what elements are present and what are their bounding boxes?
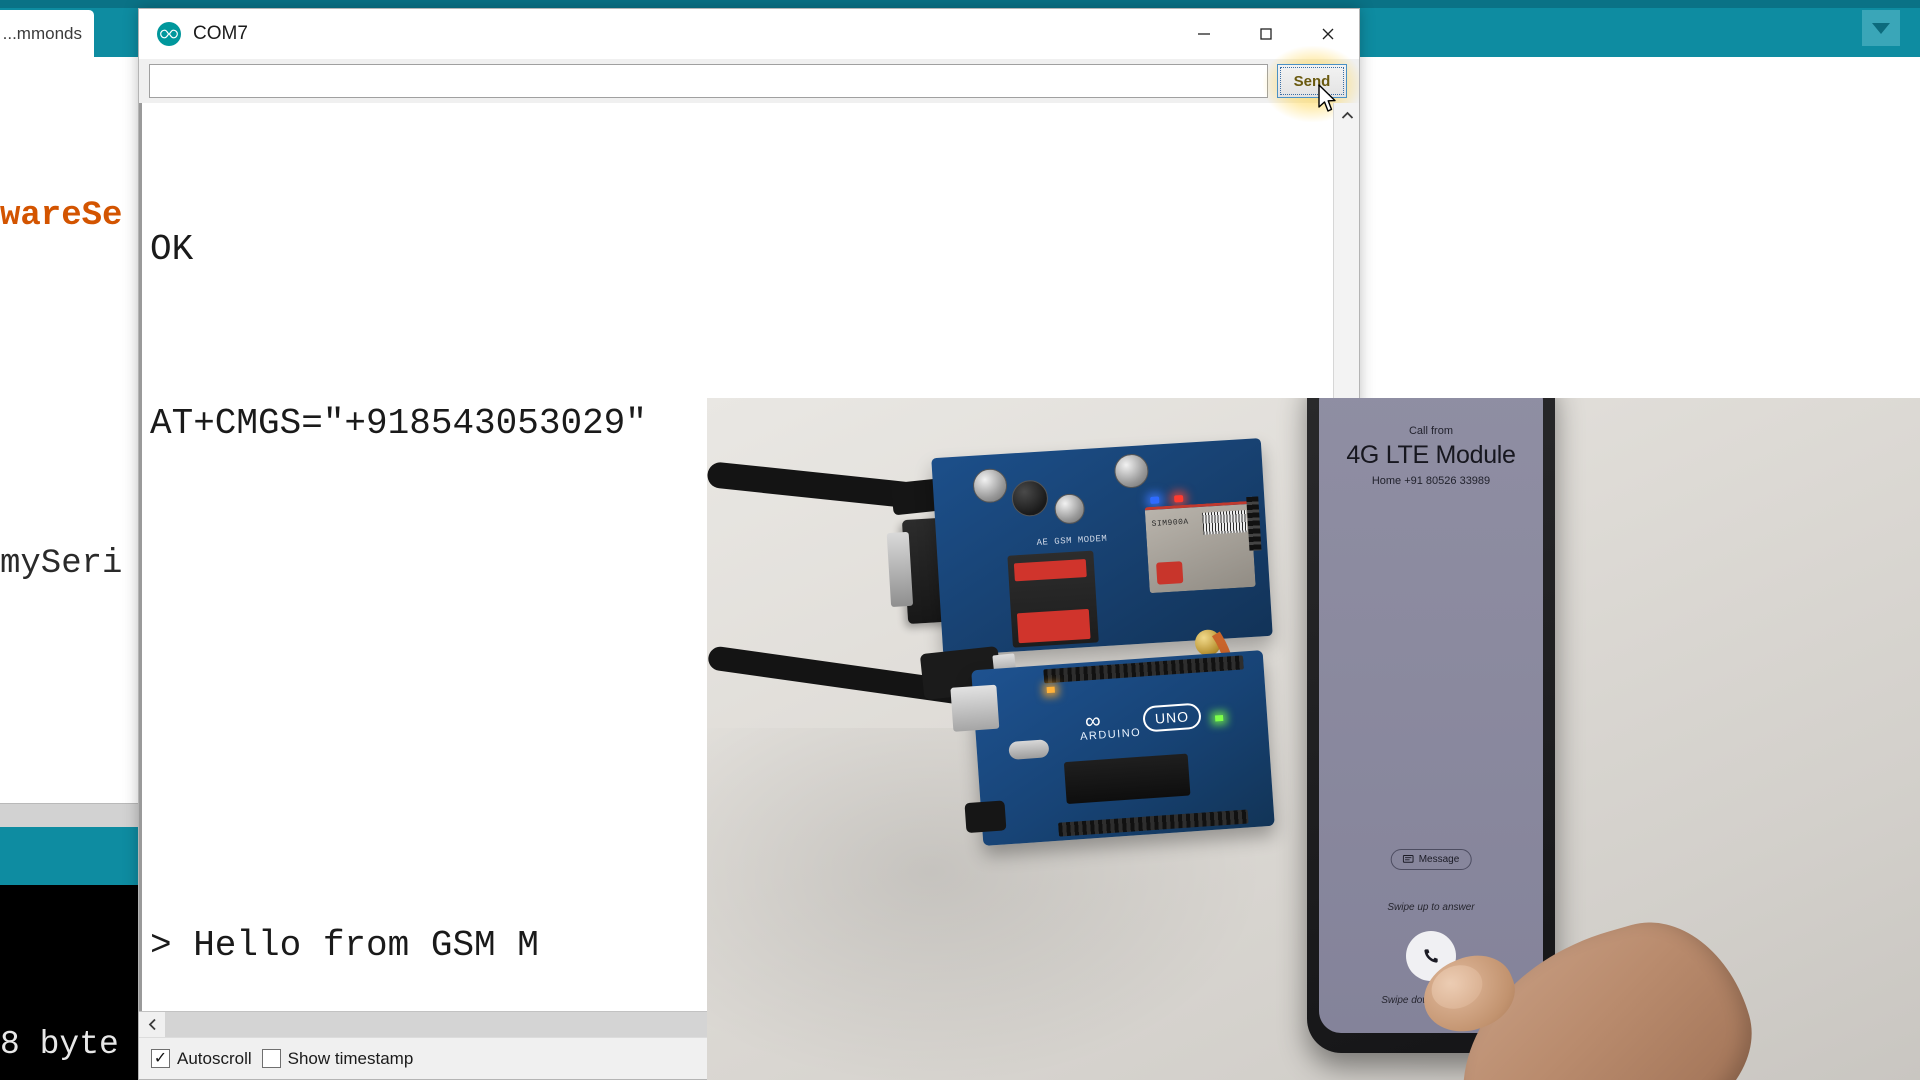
autoscroll-label: Autoscroll (177, 1048, 252, 1068)
ide-sketch-tab[interactable]: ...mmonds (0, 10, 94, 57)
uno-l-led (1046, 686, 1055, 694)
capacitor (1053, 493, 1086, 525)
close-icon[interactable] (1297, 9, 1359, 59)
ide-toolbar-top-edge (0, 0, 1920, 8)
capacitor (972, 467, 1009, 504)
maximize-icon[interactable] (1235, 9, 1297, 59)
minimize-icon[interactable] (1173, 9, 1235, 59)
message-button[interactable]: Message (1390, 849, 1472, 870)
chevron-down-icon[interactable] (1862, 10, 1900, 46)
chevron-down-glyph (1872, 22, 1890, 34)
swipe-up-hint: Swipe up to answer (1387, 902, 1475, 913)
uno-barrel-jack (964, 800, 1007, 834)
uno-model-label: UNO (1142, 702, 1202, 733)
power-led (1173, 494, 1184, 503)
uno-usb-port (950, 684, 1000, 732)
chevron-up-icon[interactable] (1334, 103, 1360, 127)
board-silkscreen-label: AE GSM MODEM (1036, 533, 1108, 548)
arduino-uno-board: ∞ ARDUINO UNO (950, 650, 1275, 846)
pin-header (1246, 496, 1262, 552)
show-timestamp-checkbox-item[interactable]: Show timestamp (261, 1048, 414, 1069)
serial-line: OK (150, 229, 194, 270)
code-token-softwareserial: wareSe (0, 197, 123, 235)
phone-screen[interactable]: 3:34 30% Call from 4G LTE Module Home +9… (1319, 398, 1543, 1033)
capacitor (1010, 479, 1049, 518)
call-from-label: Call from (1408, 425, 1453, 437)
show-timestamp-checkbox[interactable] (261, 1049, 281, 1068)
simcom-logo (1156, 561, 1184, 585)
autoscroll-checkbox-item[interactable]: Autoscroll (151, 1049, 252, 1069)
caller-number: Home +91 80526 33989 (1371, 475, 1491, 487)
serial-monitor-send-row: Send (139, 46, 1359, 122)
autoscroll-checkbox[interactable] (151, 1049, 170, 1068)
serial-monitor-titlebar[interactable]: COM7 (139, 9, 1359, 59)
sim900a-module: SIM900A (1144, 500, 1256, 594)
message-icon (1402, 855, 1414, 863)
atmega-chip (1063, 753, 1191, 805)
hardware-demo-photo: AE GSM MODEM SIM900A ∞ ARDUINO UNO Call … (707, 398, 1920, 1080)
code-line-2: mySeri (0, 545, 123, 583)
serial-command-input[interactable] (149, 64, 1268, 98)
show-timestamp-label: Show timestamp (287, 1048, 414, 1068)
module-barcode (1202, 510, 1248, 535)
capacitor (1113, 453, 1150, 490)
uno-crystal (1008, 739, 1050, 760)
chevron-left-icon[interactable] (139, 1011, 165, 1038)
caller-name: 4G LTE Module (1346, 441, 1516, 469)
sim-card (1013, 559, 1087, 582)
message-button-label: Message (1418, 854, 1460, 865)
screen-root: ...mmonds wareSe mySeri n(9600 9600); 8 … (0, 0, 1920, 1080)
ide-sketch-tab-label: ...mmonds (2, 23, 82, 43)
console-line-0: 8 byte (0, 1026, 119, 1063)
status-led (1150, 496, 1160, 504)
window-controls (1173, 9, 1359, 59)
sim900a-label: SIM900A (1151, 517, 1190, 529)
phone-status-bar: 3:34 30% (1319, 398, 1543, 401)
uno-power-led (1214, 714, 1224, 722)
phone-handset-icon (1424, 949, 1438, 963)
db9-metal-shell (886, 531, 914, 608)
window-title: COM7 (193, 23, 248, 44)
send-button-wrapper: Send (1263, 46, 1359, 122)
smartphone: 3:34 30% Call from 4G LTE Module Home +9… (1307, 398, 1555, 1053)
arduino-logo-icon (157, 22, 181, 46)
